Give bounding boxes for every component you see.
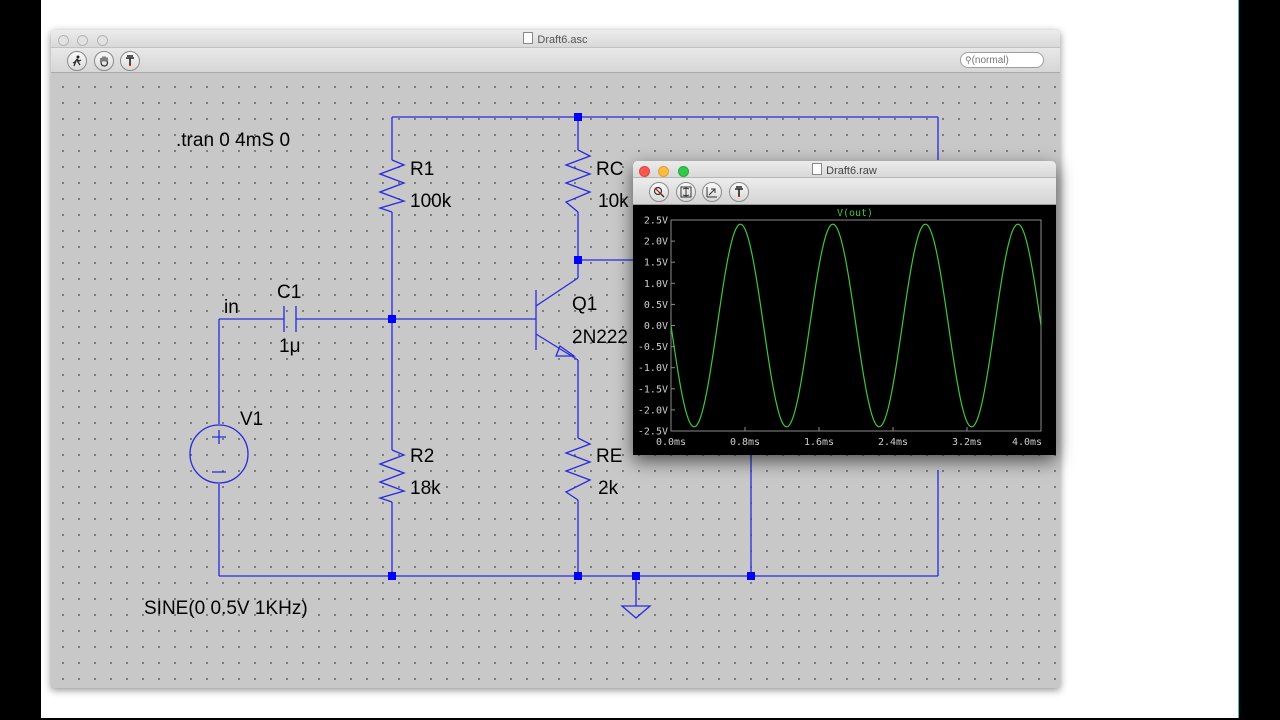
voltage-source-v1[interactable]	[189, 424, 249, 484]
waveform-title: Draft6.raw	[633, 163, 1056, 177]
y-tick-label: -1.5V	[638, 384, 668, 395]
r1-value[interactable]: 100k	[410, 191, 452, 212]
autorange-icon	[653, 186, 665, 198]
waveform-window: Draft6.raw V(out) 2.5V 2.0V 1.5V 1.0V 0.…	[633, 161, 1056, 455]
trace-label[interactable]: V(out)	[837, 208, 873, 219]
rc-name: RC	[596, 159, 623, 180]
zoom-extents-icon	[680, 186, 692, 198]
x-tick-label: 4.0ms	[1012, 437, 1042, 448]
document-icon	[812, 163, 823, 175]
y-tick-label: -2.0V	[638, 405, 668, 416]
resistor-r1[interactable]	[377, 159, 407, 213]
re-name: RE	[596, 446, 622, 467]
r2-name: R2	[410, 446, 434, 467]
resistor-re[interactable]	[564, 437, 592, 501]
x-tick-label: 1.6ms	[804, 437, 834, 448]
y-tick-label: -0.5V	[638, 342, 668, 353]
resistor-rc[interactable]	[564, 149, 592, 213]
r2-value[interactable]: 18k	[410, 478, 441, 499]
y-tick-label: 2.0V	[644, 237, 668, 248]
zoom-back-button[interactable]	[702, 182, 722, 202]
y-tick-label: 1.0V	[644, 279, 668, 290]
rc-value[interactable]: 10k	[598, 191, 629, 212]
x-tick-label: 2.4ms	[878, 437, 908, 448]
plot-background	[633, 205, 1056, 455]
x-tick-label: 0.8ms	[730, 437, 760, 448]
resistor-r2[interactable]	[377, 449, 407, 503]
tran-directive[interactable]: .tran 0 4mS 0	[176, 130, 290, 151]
c1-value[interactable]: 1μ	[279, 336, 301, 357]
x-tick-label: 0.0ms	[656, 437, 686, 448]
capacitor-c1[interactable]	[283, 306, 297, 332]
y-tick-label: -1.0V	[638, 363, 668, 374]
zoom-extents-button[interactable]	[676, 182, 696, 202]
waveform-titlebar[interactable]: Draft6.raw	[633, 161, 1056, 178]
y-tick-label: 1.5V	[644, 258, 668, 269]
waveform-probe-button[interactable]	[729, 182, 749, 202]
q1-value[interactable]: 2N222	[572, 327, 628, 348]
waveform-toolbar	[633, 178, 1056, 205]
probe-icon	[735, 186, 743, 197]
re-value[interactable]: 2k	[598, 478, 619, 499]
zoom-back-icon	[706, 187, 717, 198]
y-tick-label: 0.5V	[644, 300, 668, 311]
x-tick-label: 3.2ms	[952, 437, 982, 448]
waveform-plot[interactable]: V(out) 2.5V 2.0V 1.5V 1.0V 0.5V 0.0V -0.5V -1.0…	[633, 205, 1056, 455]
y-tick-label: -2.5V	[638, 427, 668, 438]
y-tick-label: 0.0V	[644, 321, 668, 332]
r1-name: R1	[410, 159, 434, 180]
v1-name: V1	[240, 409, 263, 430]
net-label-in[interactable]: in	[224, 297, 239, 318]
q1-name: Q1	[572, 294, 597, 315]
y-tick-label: 2.5V	[644, 216, 668, 227]
source-spec[interactable]: SINE(0 0.5V 1KHz)	[144, 598, 308, 619]
autorange-button[interactable]	[649, 182, 669, 202]
c1-name: C1	[277, 282, 301, 303]
ground-symbol	[620, 576, 652, 619]
